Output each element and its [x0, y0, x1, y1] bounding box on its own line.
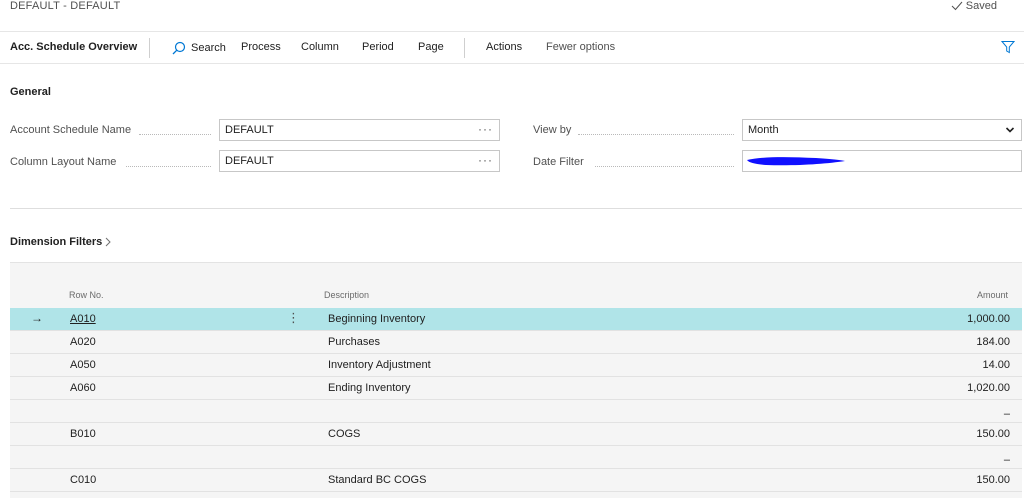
saved-status: Saved	[951, 0, 997, 12]
table-row[interactable]: A020 Purchases 184.00	[10, 331, 1022, 354]
dimension-filters-link[interactable]: Dimension Filters	[10, 236, 112, 248]
account-schedule-name-value: DEFAULT	[225, 124, 274, 136]
amount-cell[interactable]: 1,020.00	[967, 382, 1010, 394]
table-row[interactable]: –	[10, 446, 1022, 469]
search-label: Search	[191, 42, 226, 54]
row-arrow-icon: →	[31, 311, 43, 325]
amount-cell[interactable]: 150.00	[976, 474, 1010, 486]
amount-cell[interactable]: 184.00	[976, 336, 1010, 348]
column-menu[interactable]: Column	[301, 41, 339, 53]
action-bar-divider	[464, 38, 465, 58]
search-button[interactable]: Search	[172, 41, 226, 55]
description-cell[interactable]: Purchases	[328, 336, 380, 348]
top-bar: DEFAULT - DEFAULT Saved	[0, 0, 1024, 14]
table-row[interactable]: A060 Ending Inventory 1,020.00	[10, 377, 1022, 400]
table-row[interactable]: C010 Standard BC COGS 150.00	[10, 469, 1022, 492]
table-row[interactable]: A050 Inventory Adjustment 14.00	[10, 354, 1022, 377]
description-cell[interactable]: Standard BC COGS	[328, 474, 426, 486]
action-bar-divider	[149, 38, 150, 58]
view-by-select[interactable]: Month	[742, 119, 1022, 141]
actions-menu[interactable]: Actions	[486, 41, 522, 53]
column-header-amount[interactable]: Amount	[977, 290, 1008, 300]
action-bar: Acc. Schedule Overview Search Process Co…	[0, 31, 1024, 64]
date-filter-label: Date Filter	[533, 156, 584, 168]
field-leader-dots	[578, 134, 734, 135]
row-no-cell[interactable]: A020	[70, 336, 96, 348]
field-leader-dots	[139, 134, 211, 135]
column-header-row-no[interactable]: Row No.	[69, 290, 104, 300]
row-no-cell[interactable]: C010	[70, 474, 96, 486]
amount-cell[interactable]: –	[1004, 454, 1010, 466]
column-header-description[interactable]: Description	[324, 290, 369, 300]
description-cell[interactable]: Beginning Inventory	[328, 313, 425, 325]
field-leader-dots	[126, 166, 211, 167]
general-section-title: General	[10, 86, 51, 98]
column-layout-name-field[interactable]: DEFAULT ···	[219, 150, 500, 172]
period-menu[interactable]: Period	[362, 41, 394, 53]
row-no-cell[interactable]: A050	[70, 359, 96, 371]
breadcrumb: DEFAULT - DEFAULT	[10, 0, 121, 12]
row-no-cell[interactable]: A010	[70, 313, 96, 325]
amount-cell[interactable]: –	[1004, 408, 1010, 420]
amount-cell[interactable]: 1,000.00	[967, 313, 1010, 325]
table-row[interactable]: –	[10, 400, 1022, 423]
account-schedule-name-field[interactable]: DEFAULT ···	[219, 119, 500, 141]
description-cell[interactable]: Ending Inventory	[328, 382, 411, 394]
column-layout-name-label: Column Layout Name	[10, 156, 117, 168]
row-no-cell[interactable]: B010	[70, 428, 96, 440]
table-row[interactable]: → A010 ⋮ Beginning Inventory 1,000.00	[10, 308, 1022, 331]
filter-icon[interactable]	[1001, 40, 1015, 54]
table-row[interactable]: B010 COGS 150.00	[10, 423, 1022, 446]
description-cell[interactable]: COGS	[328, 428, 360, 440]
amount-cell[interactable]: 14.00	[982, 359, 1010, 371]
page-title: Acc. Schedule Overview	[10, 41, 138, 53]
description-cell[interactable]: Inventory Adjustment	[328, 359, 431, 371]
kebab-icon[interactable]: ⋮	[287, 310, 300, 326]
field-leader-dots	[595, 166, 734, 167]
page-menu[interactable]: Page	[418, 41, 444, 53]
saved-label: Saved	[965, 0, 997, 12]
process-menu[interactable]: Process	[241, 41, 281, 53]
section-divider	[10, 208, 1022, 209]
amount-cell[interactable]: 150.00	[976, 428, 1010, 440]
account-schedule-name-label: Account Schedule Name	[10, 124, 132, 136]
dimension-filters-label: Dimension Filters	[10, 236, 103, 248]
view-by-value: Month	[748, 124, 779, 136]
ellipsis-icon[interactable]: ···	[478, 153, 493, 167]
row-no-cell[interactable]: A060	[70, 382, 96, 394]
chevron-right-icon	[105, 237, 112, 247]
column-layout-name-value: DEFAULT	[225, 155, 274, 167]
check-icon	[951, 1, 963, 11]
date-filter-field[interactable]	[742, 150, 1022, 172]
redaction-mark	[747, 157, 845, 166]
view-by-label: View by	[533, 124, 572, 136]
chevron-down-icon	[1005, 127, 1015, 133]
search-icon	[172, 41, 186, 55]
ellipsis-icon[interactable]: ···	[478, 122, 493, 136]
fewer-options-button[interactable]: Fewer options	[546, 41, 615, 53]
